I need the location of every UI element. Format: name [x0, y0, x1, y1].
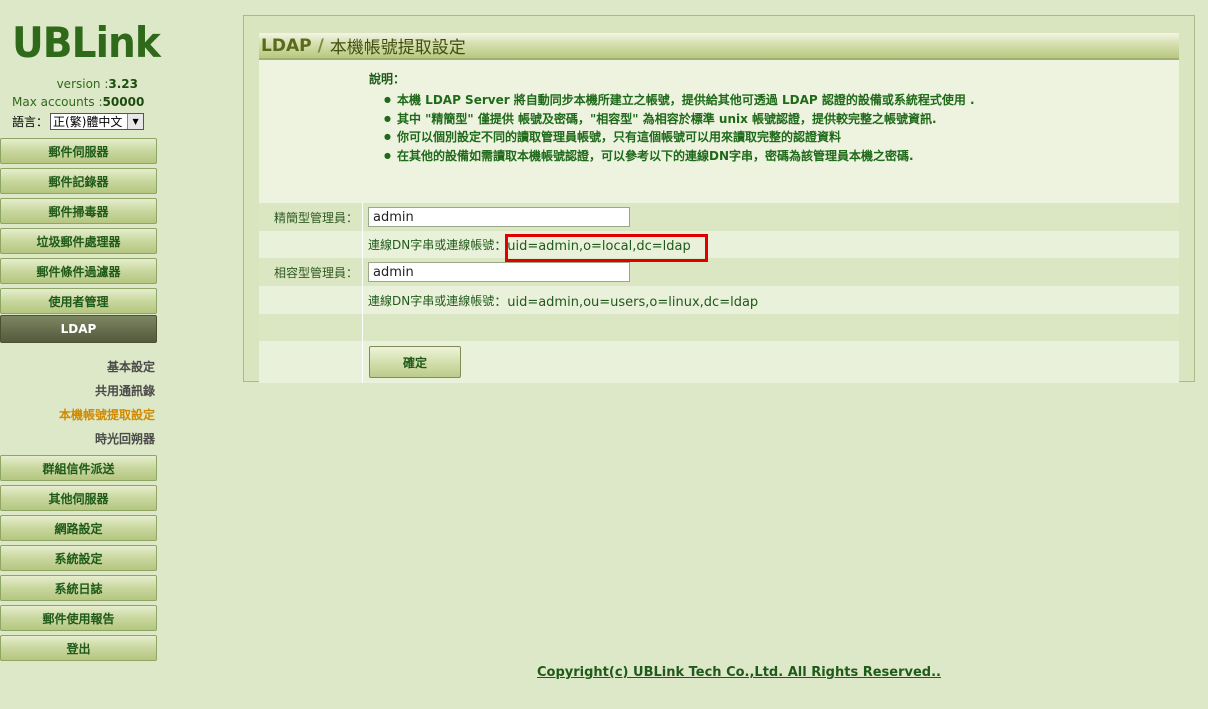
description-list: 本機 LDAP Server 將自動同步本機所建立之帳號，提供給其他可透過 LD… [384, 91, 975, 166]
sidebar: UBLink version :3.23 Max accounts :50000… [0, 0, 161, 709]
page-title-suffix: 本機帳號提取設定 [329, 38, 466, 58]
page-title-separator: / [317, 35, 324, 56]
page-title-prefix: LDAP [261, 35, 312, 56]
compat-dn-row: 連線DN字串或連線帳號 ：uid=admin,ou=users,o=linux,d… [259, 286, 1179, 314]
compat-dn-value: ：uid=admin,ou=users,o=linux,dc=ldap [494, 294, 759, 310]
description-item: 你可以個別設定不同的讀取管理員帳號，只有這個帳號可以用來讀取完整的認證資料 [384, 128, 975, 147]
main-panel: LDAP / 本機帳號提取設定 說明： 本機 LDAP Server 將自動同步… [243, 15, 1195, 383]
simple-dn-row: 連線DN字串或連線帳號 ：uid=admin,o=local,dc=ldap [259, 231, 1179, 258]
copyright-link[interactable]: Copyright(c) UBLink Tech Co.,Ltd. All Ri… [537, 665, 941, 680]
menu-mail-antivirus[interactable]: 郵件掃毒器 [0, 198, 157, 224]
simple-admin-label: 精簡型管理員： [259, 203, 363, 231]
confirm-button[interactable]: 確定 [369, 346, 461, 378]
menu-system-settings[interactable]: 系統設定 [0, 545, 157, 571]
description-item: 其中 "精簡型" 僅提供 帳號及密碼，"相容型" 為相容於標準 unix 帳號認… [384, 110, 975, 129]
menu-system-log[interactable]: 系統日誌 [0, 575, 157, 601]
menu-spam-handler[interactable]: 垃圾郵件處理器 [0, 228, 157, 254]
max-accounts-value: 50000 [102, 95, 145, 109]
chevron-down-icon[interactable]: ▼ [127, 114, 144, 129]
menu-mail-usage-report[interactable]: 郵件使用報告 [0, 605, 157, 631]
submenu-time-machine[interactable]: 時光回朔器 [95, 430, 155, 447]
menu-user-management[interactable]: 使用者管理 [0, 288, 157, 314]
language-label: 語言： [12, 115, 49, 129]
menu-mail-filter[interactable]: 郵件條件過濾器 [0, 258, 157, 284]
submenu-local-account-extract[interactable]: 本機帳號提取設定 [59, 406, 155, 423]
ldap-settings-form: LDAP / 本機帳號提取設定 說明： 本機 LDAP Server 將自動同步… [259, 33, 1179, 383]
simple-admin-row: 精簡型管理員： admin [259, 203, 1179, 231]
simple-admin-input[interactable]: admin [368, 207, 630, 227]
highlight-box [505, 234, 708, 262]
page-title: LDAP / 本機帳號提取設定 [259, 33, 1179, 60]
menu-mail-logger[interactable]: 郵件記錄器 [0, 168, 157, 194]
language-select-value: 正(繁)體中文 [53, 115, 123, 129]
menu-network-settings[interactable]: 網路設定 [0, 515, 157, 541]
description-box: 說明： 本機 LDAP Server 將自動同步本機所建立之帳號，提供給其他可透… [259, 60, 1179, 203]
description-item: 在其他的設備如需讀取本機帳號認證，可以參考以下的連線DN字串，密碼為該管理員本機… [384, 147, 975, 166]
version-value: 3.23 [108, 77, 138, 91]
language-select[interactable]: 正(繁)體中文 ▼ [50, 113, 145, 130]
submenu-basic-settings[interactable]: 基本設定 [107, 358, 155, 375]
version-info: version :3.23 [57, 77, 138, 91]
menu-ldap[interactable]: LDAP [0, 315, 157, 343]
compat-admin-label: 相容型管理員： [259, 258, 363, 286]
menu-logout[interactable]: 登出 [0, 635, 157, 661]
ublink-logo: UBLink [12, 18, 161, 67]
version-label: version : [56, 77, 109, 91]
spacer-row [259, 314, 1179, 341]
compat-dn-label: 連線DN字串或連線帳號 [368, 293, 495, 308]
menu-group-mail-dispatch[interactable]: 群組信件派送 [0, 455, 157, 481]
simple-dn-label: 連線DN字串或連線帳號 [368, 238, 495, 252]
description-item: 本機 LDAP Server 將自動同步本機所建立之帳號，提供給其他可透過 LD… [384, 91, 975, 110]
menu-other-servers[interactable]: 其他伺服器 [0, 485, 157, 511]
description-heading: 說明： [369, 72, 406, 86]
max-accounts-label: Max accounts : [12, 95, 103, 109]
compat-admin-row: 相容型管理員： admin [259, 258, 1179, 286]
compat-admin-input[interactable]: admin [368, 262, 630, 282]
max-accounts-info: Max accounts :50000 [12, 95, 144, 109]
language-row: 語言： 正(繁)體中文 ▼ [12, 113, 145, 130]
submenu-shared-addressbook[interactable]: 共用通訊錄 [95, 382, 155, 399]
menu-mail-server[interactable]: 郵件伺服器 [0, 138, 157, 164]
submit-row: 確定 [259, 341, 1179, 383]
